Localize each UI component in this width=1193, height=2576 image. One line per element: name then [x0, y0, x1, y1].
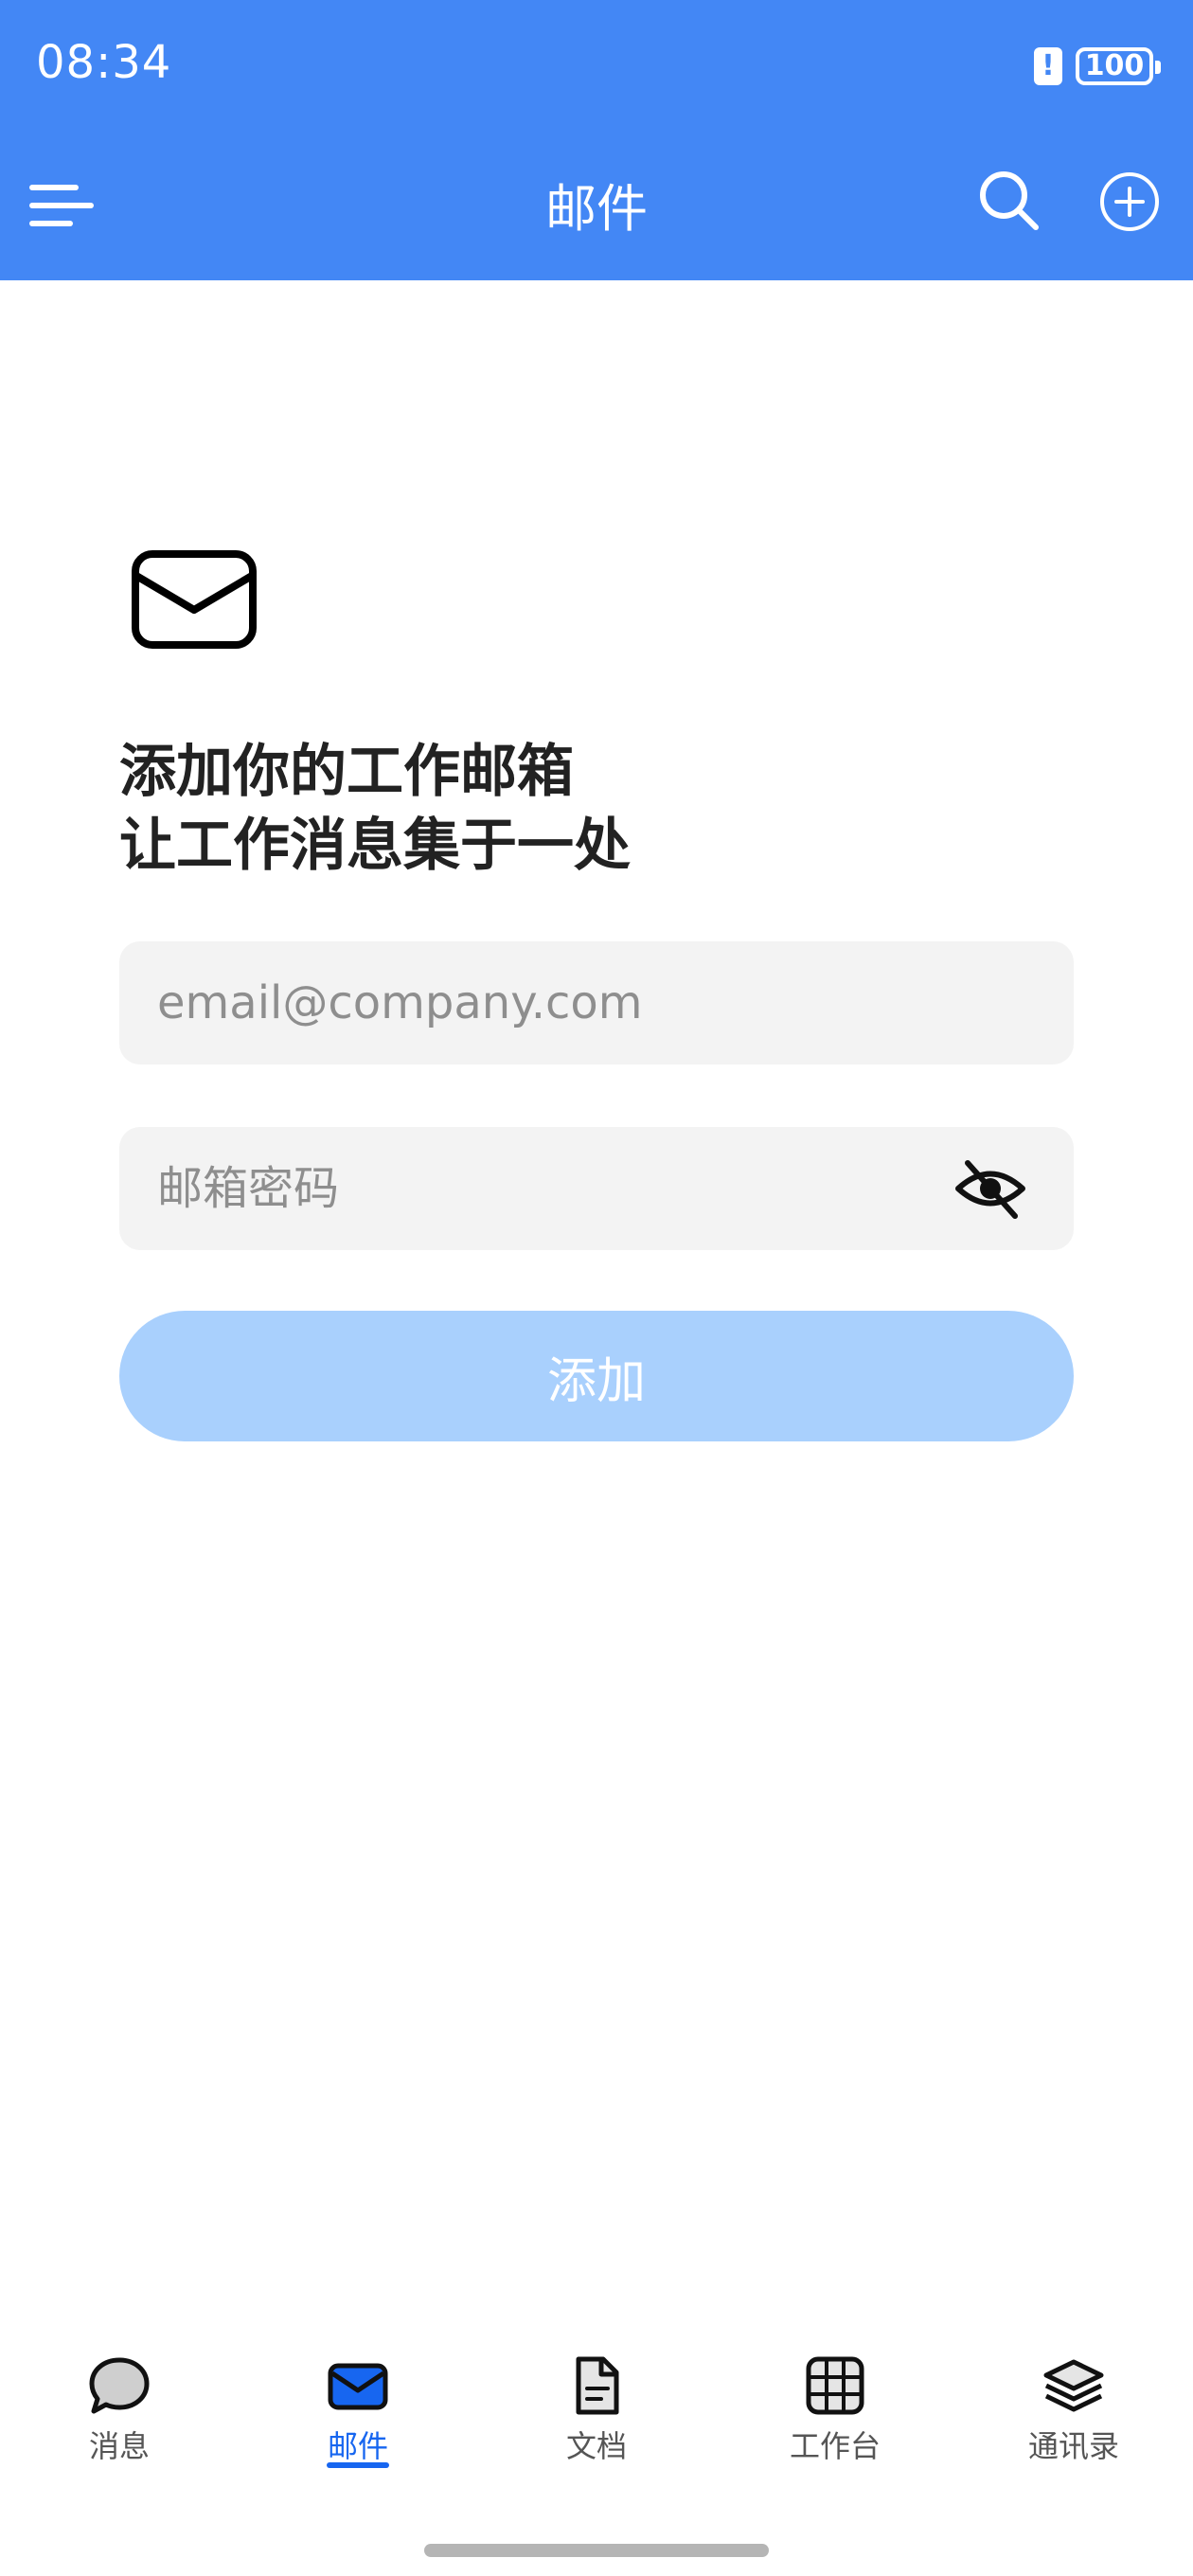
nav-item-messages[interactable]: 消息: [0, 2339, 239, 2481]
nav-label-docs: 文档: [565, 2428, 627, 2464]
app-bar: 邮件: [0, 133, 1193, 280]
add-circle-icon[interactable]: [1098, 170, 1161, 233]
nav-label-workbench: 工作台: [789, 2428, 881, 2464]
eye-off-icon[interactable]: [954, 1155, 1026, 1222]
home-indicator[interactable]: [424, 2544, 769, 2557]
battery-level: 100: [1084, 49, 1145, 82]
envelope-icon: [132, 550, 257, 649]
nav-item-contacts[interactable]: 通讯录: [954, 2339, 1193, 2481]
mail-screen: 08:34 ! 100 邮件 添加你的工作邮箱 让工作消息集于一处 email@…: [0, 0, 1193, 2576]
battery-icon: 100: [1076, 47, 1161, 85]
header-area: 08:34 ! 100 邮件: [0, 0, 1193, 280]
layers-icon: [1043, 2359, 1104, 2412]
bottom-nav: 消息 邮件 文档 工作台 通讯录: [0, 2339, 1193, 2481]
headline-line-2: 让工作消息集于一处: [119, 813, 631, 879]
status-time: 08:34: [36, 36, 172, 89]
nav-item-workbench[interactable]: 工作台: [716, 2339, 954, 2481]
grid-icon: [806, 2356, 864, 2415]
active-tab-indicator: [327, 2462, 389, 2468]
password-field: [119, 1127, 1074, 1250]
add-button[interactable]: 添加: [119, 1311, 1074, 1441]
headline: 添加你的工作邮箱 让工作消息集于一处: [119, 735, 1066, 883]
chat-bubble-icon: [89, 2357, 150, 2414]
nav-label-mail: 邮件: [327, 2428, 388, 2464]
document-icon: [576, 2356, 619, 2415]
status-indicators: ! 100: [1034, 45, 1161, 87]
search-icon[interactable]: [975, 167, 1042, 233]
alert-icon: !: [1034, 47, 1062, 85]
password-input[interactable]: [119, 1127, 1074, 1250]
nav-item-docs[interactable]: 文档: [477, 2339, 716, 2481]
mail-icon: [328, 2363, 388, 2410]
email-input[interactable]: [119, 941, 1074, 1064]
nav-item-mail[interactable]: 邮件: [239, 2339, 477, 2481]
nav-label-contacts: 通讯录: [1027, 2428, 1119, 2464]
headline-line-1: 添加你的工作邮箱: [119, 739, 574, 805]
nav-label-messages: 消息: [88, 2428, 150, 2464]
status-bar: 08:34 ! 100: [0, 0, 1193, 133]
